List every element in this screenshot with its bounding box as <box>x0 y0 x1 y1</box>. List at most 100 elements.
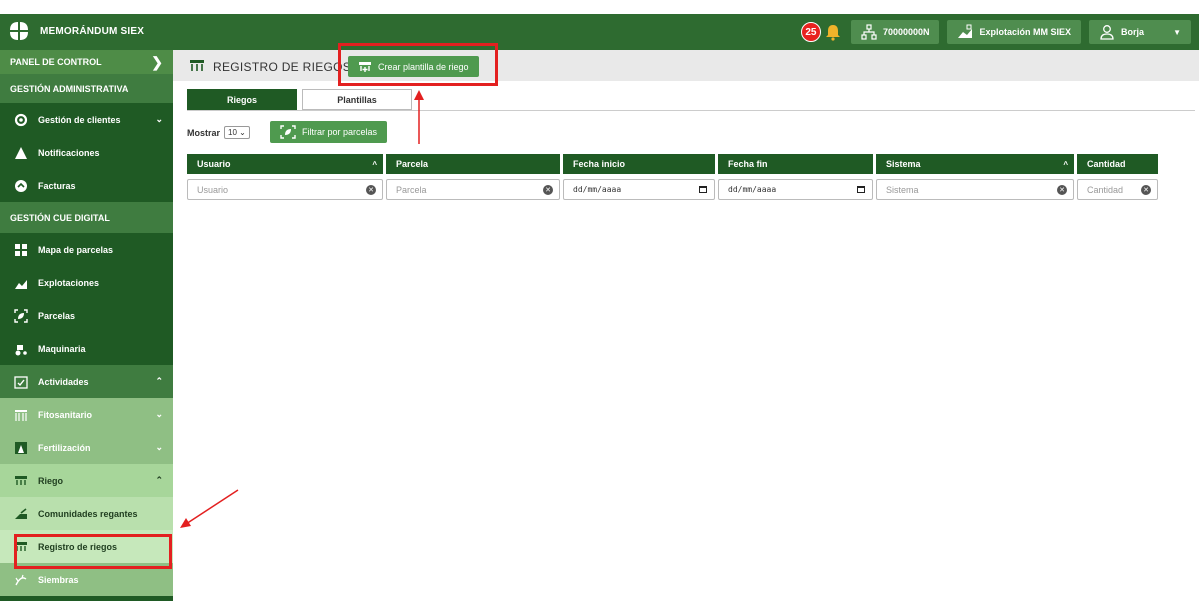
table-filter-row: Usuario ✕ Parcela ✕ dd/mm/aaaa dd/mm/aaaa … <box>187 179 1161 200</box>
page-size-control: Mostrar 10 ⌄ <box>187 126 250 139</box>
placeholder-text: Cantidad <box>1087 184 1124 195</box>
sidebar-item-label: Facturas <box>38 180 76 191</box>
parcel-icon <box>14 308 28 323</box>
logo-icon <box>8 20 30 42</box>
chevron-up-icon: ⌃ <box>155 376 163 386</box>
sidebar-item-actividades[interactable]: Actividades ⌃ <box>0 365 173 398</box>
tab-riegos[interactable]: Riegos <box>187 89 297 110</box>
org-chart-icon <box>861 24 877 40</box>
column-header-fecha-fin[interactable]: Fecha fin <box>718 154 873 174</box>
column-header-sistema[interactable]: Sistema ^ <box>876 154 1074 174</box>
notifications-button[interactable]: 25 <box>800 22 843 42</box>
sidebar-item-notificaciones[interactable]: Notificaciones <box>0 136 173 169</box>
sidebar-item-label: Fertilización <box>38 442 91 453</box>
parcela-filter-input[interactable]: Parcela ✕ <box>386 179 560 200</box>
chevron-up-icon: ⌃ <box>155 475 163 485</box>
clients-icon <box>14 113 28 127</box>
sidebar-item-label: Comunidades regantes <box>38 508 138 519</box>
irrigation-icon <box>190 60 204 71</box>
explotacion-button[interactable]: Explotación MM SIEX <box>947 20 1081 44</box>
column-label: Fecha inicio <box>573 159 626 169</box>
sort-icon: ^ <box>372 159 377 169</box>
filter-parcels-label: Filtrar por parcelas <box>302 127 378 137</box>
page-size-select[interactable]: 10 ⌄ <box>224 126 250 139</box>
cif-label: 70000000N <box>882 27 930 37</box>
sidebar: PANEL DE CONTROL ❯ GESTIÓN ADMINISTRATIV… <box>0 50 173 601</box>
sidebar-item-comunidades-regantes[interactable]: Comunidades regantes <box>0 497 173 530</box>
sidebar-item-label: Fitosanitario <box>38 409 93 420</box>
sidebar-item-mapa-parcelas[interactable]: Mapa de parcelas <box>0 233 173 266</box>
app-title: MEMORÁNDUM SIEX <box>40 25 145 37</box>
sidebar-item-facturas[interactable]: Facturas <box>0 169 173 202</box>
calendar-icon[interactable] <box>857 186 865 193</box>
tab-bar: Riegos Plantillas <box>187 89 412 110</box>
clear-icon[interactable]: ✕ <box>1141 184 1151 195</box>
page-size-label: Mostrar <box>187 127 221 138</box>
sidebar-item-label: Mapa de parcelas <box>38 244 114 255</box>
grid-map-icon <box>14 243 28 257</box>
section-label: GESTIÓN CUE DIGITAL <box>10 212 110 223</box>
filter-parcels-button[interactable]: Filtrar por parcelas <box>270 121 388 143</box>
column-header-cantidad[interactable]: Cantidad <box>1077 154 1158 174</box>
column-header-parcela[interactable]: Parcela <box>386 154 560 174</box>
date-placeholder: dd/mm/aaaa <box>573 185 622 194</box>
chevron-down-icon: ⌄ <box>155 442 163 452</box>
sidebar-item-label: Explotaciones <box>38 277 100 288</box>
chevron-right-icon: ❯ <box>151 53 163 70</box>
column-label: Parcela <box>396 159 429 169</box>
section-label: GESTIÓN ADMINISTRATIVA <box>10 83 129 94</box>
user-menu-button[interactable]: Borja ▼ <box>1089 20 1191 44</box>
explotacion-label: Explotación MM SIEX <box>979 27 1071 37</box>
sidebar-item-fitosanitario[interactable]: Fitosanitario ⌄ <box>0 398 173 431</box>
calendar-icon[interactable] <box>699 186 707 193</box>
parcel-icon <box>280 125 296 139</box>
sidebar-panel-control[interactable]: PANEL DE CONTROL ❯ <box>0 50 173 74</box>
clear-icon[interactable]: ✕ <box>1057 184 1067 195</box>
tractor-icon <box>14 342 28 356</box>
placeholder-text: Parcela <box>396 184 427 195</box>
tab-plantillas[interactable]: Plantillas <box>302 89 412 110</box>
cif-button[interactable]: 70000000N <box>850 20 940 44</box>
usuario-filter-input[interactable]: Usuario ✕ <box>187 179 383 200</box>
highlight-box-create <box>338 43 498 86</box>
placeholder-text: Usuario <box>197 184 229 195</box>
column-label: Fecha fin <box>728 159 768 169</box>
chevron-down-icon: ⌄ <box>239 128 246 137</box>
sidebar-item-label: Riego <box>38 475 64 486</box>
sidebar-item-maquinaria[interactable]: Maquinaria <box>0 332 173 365</box>
sidebar-item-fertilizacion[interactable]: Fertilización ⌄ <box>0 431 173 464</box>
sidebar-item-label: Parcelas <box>38 310 76 321</box>
calendar-check-icon <box>14 375 28 389</box>
notification-count-badge: 25 <box>800 22 821 42</box>
column-label: Sistema <box>886 159 921 169</box>
user-name: Borja <box>1121 27 1145 37</box>
sidebar-item-label: Actividades <box>38 376 89 387</box>
sidebar-item-label: Maquinaria <box>38 343 86 354</box>
clear-icon[interactable]: ✕ <box>543 184 553 195</box>
sistema-filter-input[interactable]: Sistema ✕ <box>876 179 1074 200</box>
farm-icon <box>14 276 28 290</box>
community-icon <box>14 507 28 521</box>
page-title: REGISTRO DE RIEGOS <box>213 60 352 74</box>
sidebar-item-gestion-clientes[interactable]: Gestión de clientes ⌄ <box>0 103 173 136</box>
sidebar-item-label: Siembras <box>38 574 79 585</box>
sidebar-item-explotaciones[interactable]: Explotaciones <box>0 266 173 299</box>
sidebar-item-parcelas[interactable]: Parcelas <box>0 299 173 332</box>
sidebar-section-admin: GESTIÓN ADMINISTRATIVA <box>0 74 173 103</box>
warning-icon <box>14 146 28 160</box>
fecha-fin-filter-input[interactable]: dd/mm/aaaa <box>718 179 873 200</box>
fertilizer-icon <box>14 441 28 455</box>
fecha-inicio-filter-input[interactable]: dd/mm/aaaa <box>563 179 715 200</box>
sidebar-item-label: Notificaciones <box>38 147 100 158</box>
column-header-usuario[interactable]: Usuario ^ <box>187 154 383 174</box>
sidebar-item-label: PANEL DE CONTROL <box>10 57 102 67</box>
farm-icon <box>958 24 973 38</box>
sidebar-item-riego[interactable]: Riego ⌃ <box>0 464 173 497</box>
cantidad-filter-input[interactable]: Cantidad ✕ <box>1077 179 1158 200</box>
seed-icon <box>14 573 28 587</box>
app-logo[interactable]: MEMORÁNDUM SIEX <box>8 20 144 42</box>
clear-icon[interactable]: ✕ <box>366 184 376 195</box>
chevron-down-icon: ⌄ <box>155 409 163 419</box>
column-header-fecha-inicio[interactable]: Fecha inicio <box>563 154 715 174</box>
main-content: REGISTRO DE RIEGOS Crear plantilla de ri… <box>173 50 1199 601</box>
